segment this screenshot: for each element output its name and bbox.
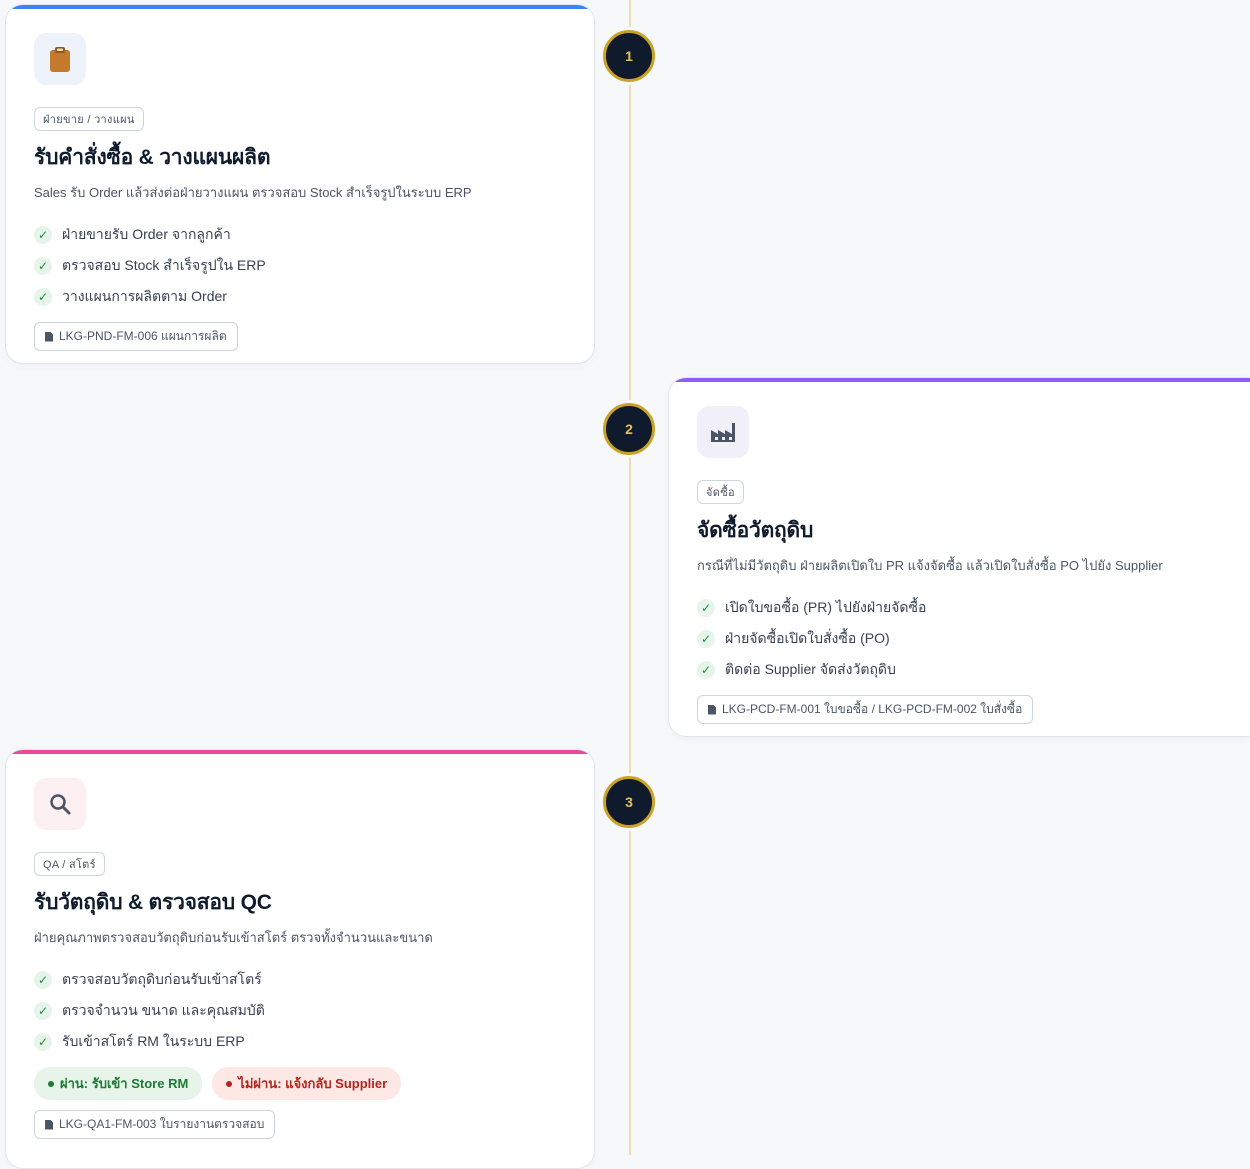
clipboard-icon — [34, 33, 86, 85]
step-number: 1 — [625, 48, 633, 64]
card-title: จัดซื้อวัตถุดิบ — [697, 519, 814, 542]
checklist-item-label: วางแผนการผลิตตาม Order — [62, 287, 227, 304]
checklist-item: ✓ รับเข้าสโตร์ RM ในระบบ ERP — [34, 1026, 566, 1057]
check-icon: ✓ — [34, 287, 52, 306]
fail-outcome-label: ไม่ผ่าน: แจ้งกลับ Supplier — [238, 1076, 388, 1091]
card-accent-bar — [6, 750, 594, 754]
card-description: ฝ่ายคุณภาพตรวจสอบวัตถุดิบก่อนรับเข้าสโตร… — [34, 930, 433, 945]
step-number: 2 — [625, 421, 633, 437]
check-icon: ✓ — [34, 225, 52, 244]
document-reference[interactable]: LKG-PCD-FM-001 ใบขอซื้อ / LKG-PCD-FM-002… — [697, 695, 1034, 724]
department-tag: ฝ่ายขาย / วางแผน — [34, 107, 144, 131]
document-reference-label: LKG-PND-FM-006 แผนการผลิต — [59, 329, 227, 343]
document-reference-label: LKG-QA1-FM-003 ใบรายงานตรวจสอบ — [59, 1117, 265, 1131]
card-description: Sales รับ Order แล้วส่งต่อฝ่ายวางแผน ตรว… — [34, 185, 472, 200]
check-icon: ✓ — [697, 598, 715, 617]
checklist-item-label: ตรวจสอบ Stock สำเร็จรูปใน ERP — [62, 256, 266, 273]
card-description: กรณีที่ไม่มีวัตถุดิบ ฝ่ายผลิตเปิดใบ PR แ… — [697, 558, 1163, 573]
document-icon — [45, 331, 53, 342]
checklist-item-label: ฝ่ายขายรับ Order จากลูกค้า — [62, 225, 231, 242]
card-accent-bar — [6, 5, 594, 9]
document-reference[interactable]: LKG-QA1-FM-003 ใบรายงานตรวจสอบ — [34, 1110, 276, 1139]
check-icon: ✓ — [34, 256, 52, 275]
factory-icon — [697, 406, 749, 458]
checklist-item-label: ฝ่ายจัดซื้อเปิดใบสั่งซื้อ (PO) — [725, 629, 890, 646]
checklist-item: ✓ ติดต่อ Supplier จัดส่งวัตถุดิบ — [697, 654, 1222, 685]
checklist: ✓ ตรวจสอบวัตถุดิบก่อนรับเข้าสโตร์ ✓ ตรวจจำ… — [34, 964, 566, 1057]
checklist-item-label: เปิดใบขอซื้อ (PR) ไปยังฝ่ายจัดซื้อ — [725, 598, 927, 615]
check-icon: ✓ — [34, 970, 52, 989]
checklist-item: ✓ ฝ่ายจัดซื้อเปิดใบสั่งซื้อ (PO) — [697, 623, 1222, 654]
step-card-qc-receiving: QA / สโตร์ รับวัตถุดิบ & ตรวจสอบ QC ฝ่าย… — [5, 749, 595, 1169]
check-icon: ✓ — [697, 629, 715, 648]
step-card-purchasing: จัดซื้อ จัดซื้อวัตถุดิบ กรณีที่ไม่มีวัตถ… — [668, 377, 1250, 737]
magnifier-icon — [34, 778, 86, 830]
step-number-badge: 3 — [603, 776, 655, 828]
checklist-item: ✓ เปิดใบขอซื้อ (PR) ไปยังฝ่ายจัดซื้อ — [697, 592, 1222, 623]
step-number: 3 — [625, 794, 633, 810]
checklist: ✓ ฝ่ายขายรับ Order จากลูกค้า ✓ ตรวจสอบ Sto… — [34, 219, 566, 312]
check-icon: ✓ — [697, 660, 715, 679]
checklist-item-label: ติดต่อ Supplier จัดส่งวัตถุดิบ — [725, 660, 896, 677]
step-number-badge: 1 — [603, 30, 655, 82]
department-tag: จัดซื้อ — [697, 480, 744, 504]
checklist-item-label: รับเข้าสโตร์ RM ในระบบ ERP — [62, 1032, 245, 1049]
checklist-item-label: ตรวจสอบวัตถุดิบก่อนรับเข้าสโตร์ — [62, 970, 262, 987]
card-accent-bar — [669, 378, 1250, 382]
pass-outcome-badge: ผ่าน: รับเข้า Store RM — [34, 1067, 203, 1100]
checklist-item: ✓ ตรวจสอบวัตถุดิบก่อนรับเข้าสโตร์ — [34, 964, 566, 995]
document-reference[interactable]: LKG-PND-FM-006 แผนการผลิต — [34, 322, 238, 351]
document-reference-label: LKG-PCD-FM-001 ใบขอซื้อ / LKG-PCD-FM-002… — [722, 702, 1023, 716]
card-title: รับวัตถุดิบ & ตรวจสอบ QC — [34, 891, 272, 914]
document-icon — [708, 704, 716, 715]
step-number-badge: 2 — [603, 403, 655, 455]
checklist: ✓ เปิดใบขอซื้อ (PR) ไปยังฝ่ายจัดซื้อ ✓ ฝ่า… — [697, 592, 1222, 685]
check-icon: ✓ — [34, 1001, 52, 1020]
checklist-item: ✓ ตรวจจำนวน ขนาด และคุณสมบัติ — [34, 995, 566, 1026]
fail-dot-icon — [226, 1080, 233, 1087]
check-icon: ✓ — [34, 1032, 52, 1051]
fail-outcome-badge: ไม่ผ่าน: แจ้งกลับ Supplier — [212, 1067, 402, 1100]
pass-dot-icon — [48, 1080, 54, 1087]
department-tag: QA / สโตร์ — [34, 852, 105, 876]
document-icon — [45, 1119, 53, 1130]
pass-outcome-label: ผ่าน: รับเข้า Store RM — [60, 1076, 189, 1091]
timeline-line — [629, 0, 631, 1155]
checklist-item-label: ตรวจจำนวน ขนาด และคุณสมบัติ — [62, 1001, 265, 1018]
checklist-item: ✓ ฝ่ายขายรับ Order จากลูกค้า — [34, 219, 566, 250]
step-card-order-planning: ฝ่ายขาย / วางแผน รับคำสั่งซื้อ & วางแผนผ… — [5, 4, 595, 364]
checklist-item: ✓ วางแผนการผลิตตาม Order — [34, 281, 566, 312]
checklist-item: ✓ ตรวจสอบ Stock สำเร็จรูปใน ERP — [34, 250, 566, 281]
qc-outcomes: ผ่าน: รับเข้า Store RM ไม่ผ่าน: แจ้งกลับ… — [34, 1067, 566, 1100]
card-title: รับคำสั่งซื้อ & วางแผนผลิต — [34, 146, 271, 169]
